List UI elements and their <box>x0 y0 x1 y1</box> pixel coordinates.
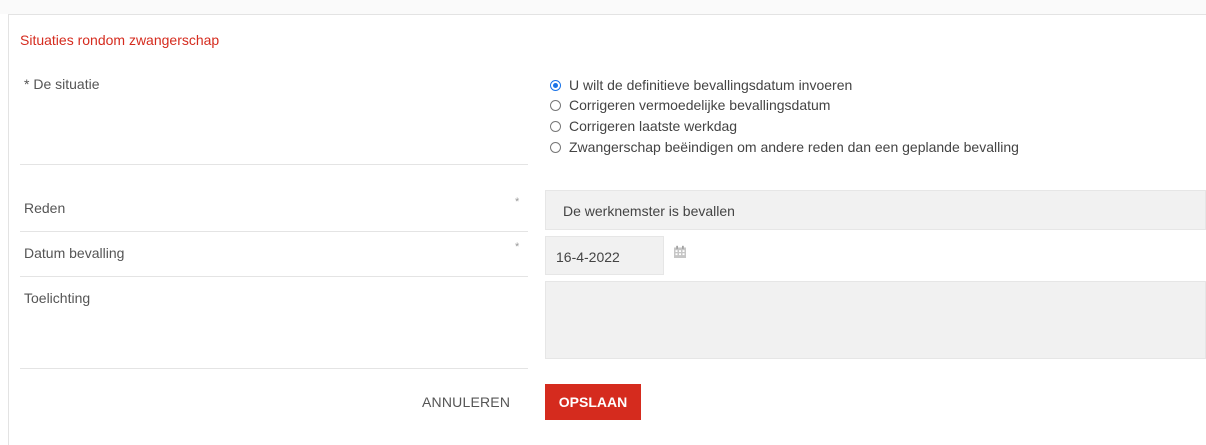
calendar-icon[interactable] <box>673 245 687 259</box>
radio-option-end-pregnancy[interactable]: Zwangerschap beëindigen om andere reden … <box>550 138 1019 156</box>
divider <box>20 276 528 277</box>
radio-label: Zwangerschap beëindigen om andere reden … <box>569 139 1019 155</box>
cancel-button[interactable]: ANNULEREN <box>422 394 510 410</box>
section-title: Situaties rondom zwangerschap <box>20 32 220 48</box>
explanation-textarea[interactable] <box>545 281 1206 359</box>
reason-label: Reden <box>24 200 66 216</box>
reason-required-marker: * <box>515 196 520 208</box>
radio-button[interactable] <box>550 99 561 111</box>
top-band <box>0 0 1206 14</box>
divider <box>20 368 528 369</box>
divider <box>20 231 528 232</box>
situation-label: * De situatie <box>24 76 100 92</box>
explanation-label: Toelichting <box>24 290 91 306</box>
radio-label: U wilt de definitieve bevallingsdatum in… <box>569 77 853 93</box>
birth-date-required-marker: * <box>515 241 520 253</box>
birth-date-input[interactable]: 16-4-2022 <box>545 236 664 275</box>
radio-option-correct-last-workday[interactable]: Corrigeren laatste werkdag <box>550 117 737 135</box>
radio-button[interactable] <box>550 120 561 132</box>
reason-value: De werknemster is bevallen <box>563 203 735 219</box>
radio-option-definitive-date[interactable]: U wilt de definitieve bevallingsdatum in… <box>550 76 852 94</box>
birth-date-label: Datum bevalling <box>24 245 125 261</box>
birth-date-value: 16-4-2022 <box>556 249 620 265</box>
radio-button[interactable] <box>550 141 561 153</box>
radio-label: Corrigeren laatste werkdag <box>569 118 738 134</box>
reason-field[interactable]: De werknemster is bevallen <box>545 190 1206 230</box>
save-button[interactable]: OPSLAAN <box>545 384 641 420</box>
divider <box>20 164 528 165</box>
radio-button-checked[interactable] <box>550 79 561 91</box>
radio-option-correct-expected-date[interactable]: Corrigeren vermoedelijke bevallingsdatum <box>550 96 830 114</box>
radio-label: Corrigeren vermoedelijke bevallingsdatum <box>569 97 831 113</box>
